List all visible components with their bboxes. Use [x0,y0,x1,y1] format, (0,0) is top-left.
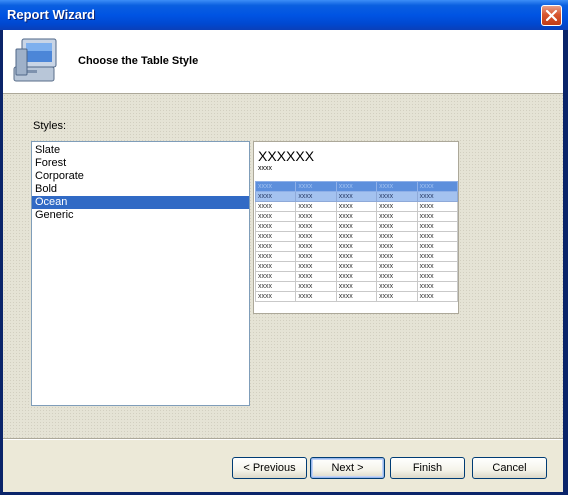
preview-cell: xxxx [416,221,458,232]
styles-label: Styles: [33,120,67,132]
preview-cell: xxxx [295,221,337,232]
preview-cell: xxxx [335,221,378,232]
preview-cell: xxxx [254,251,297,262]
preview-cell: xxxx [295,181,337,192]
preview-cell: xxxx [416,251,458,262]
styles-listbox[interactable]: Slate Forest Corporate Bold Ocean Generi… [31,141,250,406]
preview-cell: xxxx [295,291,337,302]
preview-row: xxxx xxxx xxxx xxxx xxxx [254,231,458,242]
preview-cell: xxxx [335,211,378,222]
style-item-forest[interactable]: Forest [32,157,249,170]
preview-cell: xxxx [416,191,458,202]
preview-cell: xxxx [376,181,418,192]
preview-cell: xxxx [295,231,337,242]
computer-icon [13,38,57,82]
preview-cell: xxxx [416,231,458,242]
preview-cell: xxxx [376,241,418,252]
step-title: Choose the Table Style [78,55,199,67]
preview-cell: xxxx [416,201,458,212]
close-icon [545,9,558,22]
preview-cell: xxxx [254,211,297,222]
preview-cell: xxxx [416,211,458,222]
preview-row: xxxx xxxx xxxx xxxx xxxx [254,271,458,282]
preview-cell: xxxx [295,211,337,222]
preview-cell: xxxx [254,181,297,192]
preview-cell: xxxx [254,281,297,292]
preview-title: XXXXXX [258,148,315,164]
preview-row: xxxx xxxx xxxx xxxx xxxx [254,211,458,222]
preview-header-row: xxxx xxxx xxxx xxxx xxxx [254,181,458,192]
close-button[interactable] [541,5,562,26]
style-item-slate[interactable]: Slate [32,144,249,157]
preview-cell: xxxx [376,201,418,212]
preview-cell: xxxx [295,191,337,202]
preview-cell: xxxx [335,241,378,252]
preview-cell: xxxx [416,181,458,192]
preview-cell: xxxx [254,191,297,202]
preview-cell: xxxx [295,281,337,292]
preview-row: xxxx xxxx xxxx xxxx xxxx [254,251,458,262]
preview-row: xxxx xxxx xxxx xxxx xxxx [254,191,458,202]
preview-row: xxxx xxxx xxxx xxxx xxxx [254,281,458,292]
preview-row: xxxx xxxx xxxx xxxx xxxx [254,291,458,302]
preview-cell: xxxx [254,241,297,252]
preview-cell: xxxx [376,281,418,292]
preview-cell: xxxx [295,261,337,272]
preview-cell: xxxx [335,271,378,282]
preview-cell: xxxx [376,231,418,242]
preview-cell: xxxx [335,261,378,272]
window-title: Report Wizard [7,7,95,22]
previous-button[interactable]: < Previous [232,457,307,479]
preview-cell: xxxx [416,261,458,272]
preview-cell: xxxx [376,251,418,262]
preview-cell: xxxx [254,221,297,232]
preview-cell: xxxx [376,191,418,202]
preview-cell: xxxx [254,231,297,242]
button-separator [3,438,563,440]
report-wizard-window: Report Wizard Choose the Table Style Sty… [0,0,568,495]
title-bar[interactable]: Report Wizard [0,0,568,30]
style-item-bold[interactable]: Bold [32,183,249,196]
preview-cell: xxxx [335,291,378,302]
preview-cell: xxxx [416,271,458,282]
style-item-generic[interactable]: Generic [32,209,249,222]
preview-cell: xxxx [335,251,378,262]
preview-row: xxxx xxxx xxxx xxxx xxxx [254,261,458,272]
preview-cell: xxxx [254,291,297,302]
preview-cell: xxxx [335,281,378,292]
preview-cell: xxxx [295,201,337,212]
preview-cell: xxxx [376,291,418,302]
finish-button[interactable]: Finish [390,457,465,479]
preview-cell: xxxx [335,201,378,212]
preview-cell: xxxx [254,271,297,282]
preview-cell: xxxx [376,261,418,272]
next-button[interactable]: Next > [310,457,385,479]
wizard-header: Choose the Table Style [3,30,563,94]
preview-cell: xxxx [335,191,378,202]
preview-cell: xxxx [295,251,337,262]
preview-cell: xxxx [295,271,337,282]
preview-cell: xxxx [416,241,458,252]
preview-cell: xxxx [254,261,297,272]
preview-row: xxxx xxxx xxxx xxxx xxxx [254,221,458,232]
preview-cell: xxxx [335,231,378,242]
cancel-button[interactable]: Cancel [472,457,547,479]
preview-cell: xxxx [295,241,337,252]
preview-table: xxxx xxxx xxxx xxxx xxxx xxxx xxxx xxxx xxxx xxxx… [254,181,458,302]
dialog-client-area: Choose the Table Style Styles: Slate For… [3,30,563,492]
preview-cell: xxxx [416,281,458,292]
style-item-corporate[interactable]: Corporate [32,170,249,183]
preview-cell: xxxx [254,201,297,212]
preview-cell: xxxx [376,271,418,282]
preview-row: xxxx xxxx xxxx xxxx xxxx [254,201,458,212]
preview-cell: xxxx [376,211,418,222]
style-preview: XXXXXX xxxx xxxx xxxx xxxx xxxx xxxx xxxx xxxx… [253,141,459,314]
preview-cell: xxxx [416,291,458,302]
preview-cell: xxxx [335,181,378,192]
preview-cell: xxxx [376,221,418,232]
style-item-ocean[interactable]: Ocean [32,196,249,209]
preview-subtitle: xxxx [258,165,272,172]
preview-row: xxxx xxxx xxxx xxxx xxxx [254,241,458,252]
